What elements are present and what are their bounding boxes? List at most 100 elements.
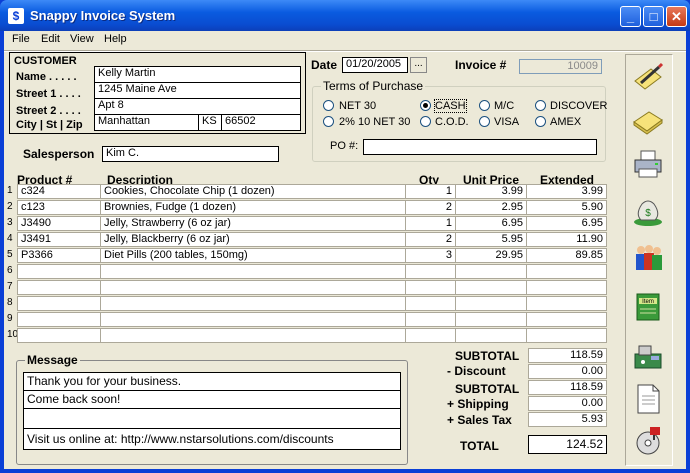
cell-qty[interactable]: 3	[405, 248, 456, 263]
city-field[interactable]: Manhattan	[94, 114, 199, 131]
people-icon[interactable]	[628, 238, 668, 278]
row-number: 6	[7, 265, 13, 276]
menu-edit[interactable]: Edit	[41, 33, 60, 45]
cell-product[interactable]: J3490	[17, 216, 101, 231]
cell-unit-price[interactable]	[455, 264, 527, 279]
cell-description[interactable]: Jelly, Blackberry (6 oz jar)	[100, 232, 406, 247]
cell-description[interactable]: Diet Pills (200 tables, 150mg)	[100, 248, 406, 263]
cell-description[interactable]: Brownies, Fudge (1 dozen)	[100, 200, 406, 215]
cell-unit-price[interactable]	[455, 328, 527, 343]
client-area: File Edit View Help CUSTOMER Name . . . …	[4, 31, 686, 469]
cell-unit-price[interactable]: 29.95	[455, 248, 527, 263]
cell-qty[interactable]	[405, 296, 456, 311]
cell-qty[interactable]: 1	[405, 216, 456, 231]
menu-file[interactable]: File	[12, 33, 30, 45]
cd-key-icon[interactable]	[628, 421, 668, 461]
cell-qty[interactable]: 1	[405, 184, 456, 199]
radio-amex[interactable]	[535, 116, 546, 127]
menu-help[interactable]: Help	[104, 33, 127, 45]
cell-extended[interactable]	[526, 296, 607, 311]
cell-extended[interactable]: 6.95	[526, 216, 607, 231]
radio-net30[interactable]	[323, 100, 334, 111]
cell-product[interactable]	[17, 328, 101, 343]
cell-qty[interactable]: 2	[405, 200, 456, 215]
money-bag-icon[interactable]: $	[628, 191, 668, 231]
cell-qty[interactable]	[405, 264, 456, 279]
row-number: 8	[7, 297, 13, 308]
cell-qty[interactable]	[405, 312, 456, 327]
cell-unit-price[interactable]: 5.95	[455, 232, 527, 247]
cash-register-icon[interactable]	[628, 337, 668, 377]
cell-unit-price[interactable]: 3.99	[455, 184, 527, 199]
notepad-icon[interactable]	[628, 101, 668, 141]
cell-extended[interactable]	[526, 280, 607, 295]
cell-unit-price[interactable]	[455, 312, 527, 327]
sign-document-icon[interactable]	[628, 58, 668, 98]
maximize-button[interactable]: □	[643, 6, 664, 27]
discount-label: - Discount	[447, 364, 506, 378]
message-line-3[interactable]	[23, 408, 401, 429]
message-line-1[interactable]: Thank you for your business.	[23, 372, 401, 391]
cell-extended[interactable]: 3.99	[526, 184, 607, 199]
cell-product[interactable]	[17, 264, 101, 279]
cell-unit-price[interactable]	[455, 280, 527, 295]
title-bar[interactable]: $ Snappy Invoice System _ □ ✕	[0, 0, 690, 31]
cell-extended[interactable]: 11.90	[526, 232, 607, 247]
radio-cod[interactable]	[420, 116, 431, 127]
cell-extended[interactable]: 89.85	[526, 248, 607, 263]
message-line-4[interactable]: Visit us online at: http://www.nstarsolu…	[23, 428, 401, 450]
blank-document-icon[interactable]	[628, 379, 668, 419]
sales-tax-value[interactable]: 5.93	[528, 412, 607, 427]
date-picker-button[interactable]: ...	[410, 57, 427, 73]
cell-qty[interactable]	[405, 328, 456, 343]
cell-product[interactable]: J3491	[17, 232, 101, 247]
cell-extended[interactable]	[526, 264, 607, 279]
total-label: TOTAL	[460, 439, 499, 453]
radio-visa[interactable]	[479, 116, 490, 127]
cell-unit-price[interactable]: 6.95	[455, 216, 527, 231]
cell-extended[interactable]	[526, 312, 607, 327]
item-scroll-icon[interactable]: Item	[628, 287, 668, 327]
date-field[interactable]: 01/20/2005	[342, 57, 408, 73]
cell-description[interactable]	[100, 312, 406, 327]
minimize-button[interactable]: _	[620, 6, 641, 27]
cell-description[interactable]: Cookies, Chocolate Chip (1 dozen)	[100, 184, 406, 199]
cell-product[interactable]	[17, 296, 101, 311]
radio-cash[interactable]	[420, 100, 431, 111]
cell-product[interactable]	[17, 312, 101, 327]
customer-name-field[interactable]: Kelly Martin	[94, 66, 301, 83]
close-button[interactable]: ✕	[666, 6, 687, 27]
discount-value[interactable]: 0.00	[528, 364, 607, 379]
radio-2-10-net30[interactable]	[323, 116, 334, 127]
radio-2-10-net30-label: 2% 10 NET 30	[339, 116, 411, 128]
cell-unit-price[interactable]: 2.95	[455, 200, 527, 215]
cell-description[interactable]: Jelly, Strawberry (6 oz jar)	[100, 216, 406, 231]
street2-field[interactable]: Apt 8	[94, 98, 301, 115]
cell-extended[interactable]: 5.90	[526, 200, 607, 215]
zip-field[interactable]: 66502	[221, 114, 301, 131]
cell-product[interactable]	[17, 280, 101, 295]
cell-qty[interactable]: 2	[405, 232, 456, 247]
cell-product[interactable]: P3366	[17, 248, 101, 263]
shipping-value[interactable]: 0.00	[528, 396, 607, 411]
cell-description[interactable]	[100, 264, 406, 279]
cell-product[interactable]: c123	[17, 200, 101, 215]
po-number-field[interactable]	[363, 139, 597, 155]
radio-mc[interactable]	[479, 100, 490, 111]
name-label: Name . . . . .	[16, 71, 77, 83]
cell-description[interactable]	[100, 280, 406, 295]
cell-description[interactable]	[100, 328, 406, 343]
cell-unit-price[interactable]	[455, 296, 527, 311]
message-line-2[interactable]: Come back soon!	[23, 390, 401, 409]
state-field[interactable]: KS	[198, 114, 222, 131]
cell-description[interactable]	[100, 296, 406, 311]
cell-qty[interactable]	[405, 280, 456, 295]
street1-field[interactable]: 1245 Maine Ave	[94, 82, 301, 99]
radio-discover[interactable]	[535, 100, 546, 111]
salesperson-field[interactable]: Kim C.	[102, 146, 279, 162]
printer-icon[interactable]	[628, 144, 668, 184]
radio-amex-label: AMEX	[550, 116, 582, 128]
menu-view[interactable]: View	[70, 33, 94, 45]
cell-product[interactable]: c324	[17, 184, 101, 199]
cell-extended[interactable]	[526, 328, 607, 343]
